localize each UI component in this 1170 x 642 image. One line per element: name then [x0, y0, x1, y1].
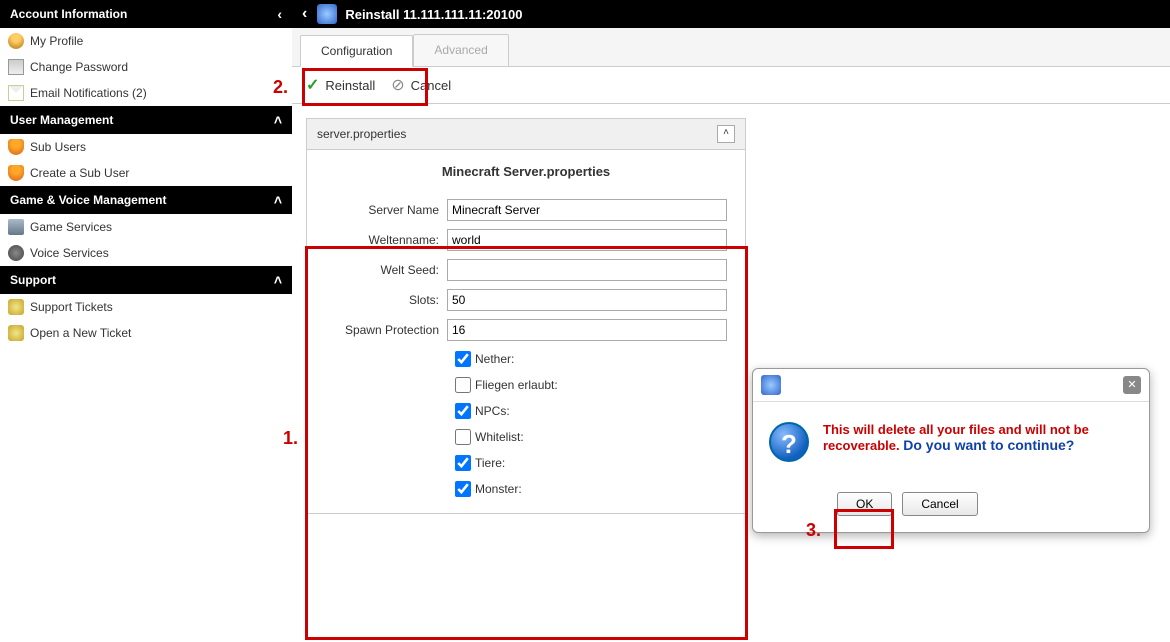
password-icon: [8, 59, 24, 75]
label-server-name: Server Name: [325, 203, 447, 217]
lock-icon: [8, 299, 24, 315]
menu-email-notifications[interactable]: Email Notifications (2): [0, 80, 292, 106]
tab-bar: Configuration Advanced: [292, 28, 1170, 67]
highlight-2: [302, 68, 428, 106]
menu-label: Email Notifications (2): [30, 86, 147, 100]
section-support[interactable]: Support ˄: [0, 266, 292, 294]
lock-icon: [8, 325, 24, 341]
panel-header: server.properties ˄: [307, 119, 745, 150]
menu-create-sub-user[interactable]: Create a Sub User: [0, 160, 292, 186]
game-icon: [8, 219, 24, 235]
menu-label: Sub Users: [30, 140, 86, 154]
tab-configuration[interactable]: Configuration: [300, 35, 413, 67]
dialog-cancel-button[interactable]: Cancel: [902, 492, 977, 516]
section-game-voice[interactable]: Game & Voice Management ˄: [0, 186, 292, 214]
section-title: Support: [10, 273, 56, 287]
input-server-name[interactable]: [447, 199, 727, 221]
menu-sub-users[interactable]: Sub Users: [0, 134, 292, 160]
dialog-text: This will delete all your files and will…: [823, 422, 1133, 453]
tab-advanced[interactable]: Advanced: [413, 34, 508, 66]
dialog-question: Do you want to continue?: [903, 437, 1074, 453]
annotation-3: 3.: [806, 520, 821, 541]
menu-label: My Profile: [30, 34, 83, 48]
panel-head-title: server.properties: [317, 127, 406, 141]
page-title: Reinstall 11.111.111.11:20100: [345, 7, 522, 22]
section-title: User Management: [10, 113, 113, 127]
menu-label: Game Services: [30, 220, 112, 234]
chevron-up-icon: ˄: [274, 192, 282, 208]
voice-icon: [8, 245, 24, 261]
annotation-2: 2.: [273, 77, 288, 98]
menu-label: Create a Sub User: [30, 166, 129, 180]
question-icon: ?: [769, 422, 809, 462]
section-title: Account Information: [10, 7, 127, 21]
profile-icon: [8, 33, 24, 49]
menu-voice-services[interactable]: Voice Services: [0, 240, 292, 266]
section-title: Game & Voice Management: [10, 193, 167, 207]
collapse-icon[interactable]: ˄: [717, 125, 735, 143]
chevron-up-icon: ˄: [274, 112, 282, 128]
menu-change-password[interactable]: Change Password: [0, 54, 292, 80]
highlight-1: [305, 246, 748, 640]
section-user-management[interactable]: User Management ˄: [0, 106, 292, 134]
annotation-1: 1.: [283, 428, 298, 449]
confirm-dialog: ✕ ? This will delete all your files and …: [752, 368, 1150, 533]
menu-my-profile[interactable]: My Profile: [0, 28, 292, 54]
user-icon: [8, 165, 24, 181]
dialog-header: ✕: [753, 369, 1149, 402]
menu-label: Support Tickets: [30, 300, 113, 314]
close-icon[interactable]: ✕: [1123, 376, 1141, 394]
section-account-info[interactable]: Account Information ‹: [0, 0, 292, 28]
menu-label: Open a New Ticket: [30, 326, 131, 340]
back-icon[interactable]: ‹: [302, 5, 307, 23]
page-header: ‹ Reinstall 11.111.111.11:20100: [292, 0, 1170, 28]
panel-title: Minecraft Server.properties: [307, 150, 745, 185]
chevron-up-icon: ˄: [274, 272, 282, 288]
menu-support-tickets[interactable]: Support Tickets: [0, 294, 292, 320]
highlight-3: [834, 509, 894, 549]
dialog-icon: [761, 375, 781, 395]
menu-label: Change Password: [30, 60, 128, 74]
menu-game-services[interactable]: Game Services: [0, 214, 292, 240]
server-icon: [317, 4, 337, 24]
sidebar: Account Information ‹ My Profile Change …: [0, 0, 292, 346]
mail-icon: [8, 85, 24, 101]
menu-label: Voice Services: [30, 246, 109, 260]
menu-open-ticket[interactable]: Open a New Ticket: [0, 320, 292, 346]
label-weltenname: Weltenname:: [325, 233, 447, 247]
chevron-left-icon: ‹: [277, 6, 282, 22]
user-icon: [8, 139, 24, 155]
